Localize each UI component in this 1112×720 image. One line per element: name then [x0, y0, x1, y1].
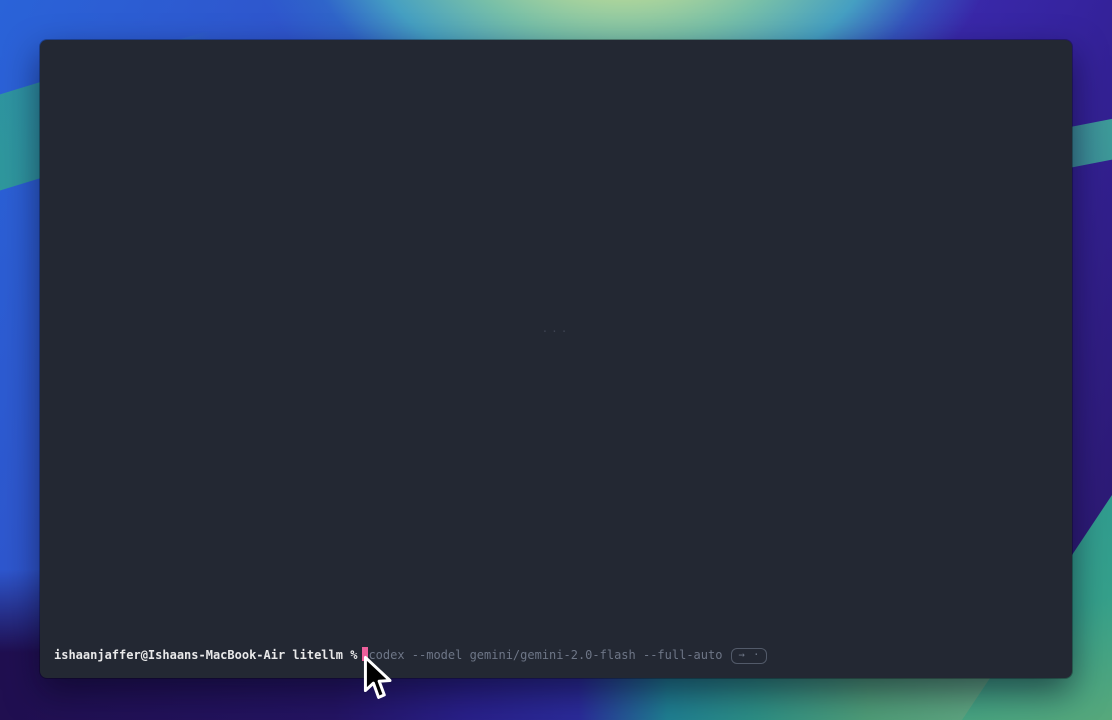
mouse-cursor-icon: [362, 655, 394, 705]
autosuggestion-text: codex --model gemini/gemini-2.0-flash --…: [368, 648, 722, 662]
terminal-loading-dots: ...: [542, 323, 571, 335]
right-arrow-key-hint-badge: → ·: [731, 648, 767, 664]
prompt-text: ishaanjaffer@Ishaans-MacBook-Air litellm…: [54, 648, 357, 662]
terminal-prompt-line: ishaanjaffer@Ishaans-MacBook-Air litellm…: [54, 647, 1058, 664]
terminal-window[interactable]: ... ishaanjaffer@Ishaans-MacBook-Air lit…: [40, 40, 1072, 678]
desktop: ... ishaanjaffer@Ishaans-MacBook-Air lit…: [0, 0, 1112, 720]
